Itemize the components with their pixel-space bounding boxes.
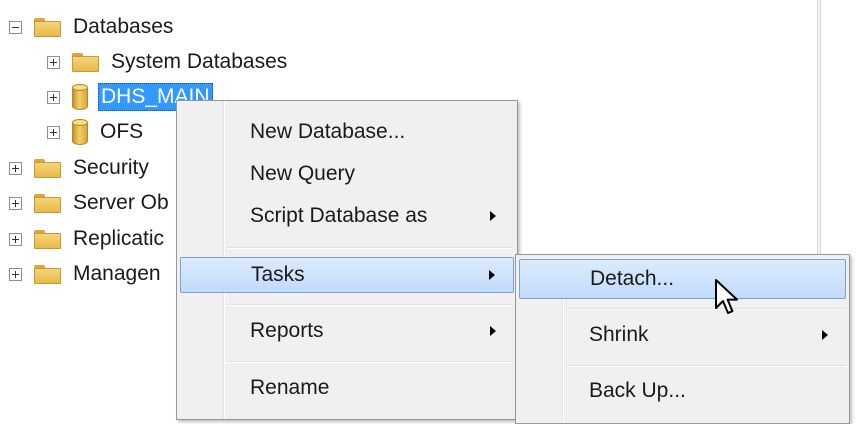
expand-icon[interactable] xyxy=(47,90,60,104)
folder-icon xyxy=(34,193,61,213)
folder-icon xyxy=(34,264,61,284)
folder-icon xyxy=(72,52,99,72)
submenu-arrow-icon xyxy=(822,330,828,340)
mouse-pointer-icon xyxy=(715,279,738,314)
folder-icon xyxy=(34,158,61,178)
tree-node-system-databases[interactable]: System Databases xyxy=(47,45,287,79)
folder-icon xyxy=(34,229,61,249)
tasks-submenu: Detach... Shrink Back Up... xyxy=(515,254,850,424)
tree-node-replication[interactable]: Replicatic xyxy=(9,222,164,256)
submenu-item-shrink[interactable]: Shrink xyxy=(519,318,846,352)
menu-separator xyxy=(227,304,514,306)
tree-node-label: Databases xyxy=(73,15,174,38)
expand-icon[interactable] xyxy=(47,125,60,139)
submenu-arrow-icon xyxy=(490,211,496,221)
tree-node-databases[interactable]: Databases xyxy=(9,10,173,44)
collapse-icon[interactable] xyxy=(9,20,22,34)
tree-node-label: Security xyxy=(73,156,149,179)
folder-icon xyxy=(34,17,61,37)
menu-separator xyxy=(227,247,514,249)
expand-icon[interactable] xyxy=(9,232,22,246)
tree-node-label: Replicatic xyxy=(73,227,165,250)
menu-item-reports[interactable]: Reports xyxy=(180,314,514,348)
menu-item-new-query[interactable]: New Query xyxy=(180,157,514,191)
database-icon xyxy=(72,84,88,110)
expand-icon[interactable] xyxy=(47,55,60,69)
expand-icon[interactable] xyxy=(9,267,22,281)
submenu-item-detach[interactable]: Detach... xyxy=(519,259,846,299)
tree-node-label: OFS xyxy=(100,120,144,143)
tree-node-security[interactable]: Security xyxy=(9,151,149,185)
menu-separator xyxy=(566,365,846,367)
menu-item-tasks[interactable]: Tasks xyxy=(180,257,514,293)
tree-node-management[interactable]: Managen xyxy=(9,257,161,291)
context-menu: New Database... New Query Script Databas… xyxy=(176,100,518,420)
tree-node-label: Server Ob xyxy=(73,191,169,214)
submenu-arrow-icon xyxy=(490,326,496,336)
menu-separator xyxy=(566,308,846,310)
menu-item-new-database[interactable]: New Database... xyxy=(180,115,514,149)
submenu-item-back-up[interactable]: Back Up... xyxy=(519,374,846,408)
tree-node-label: Managen xyxy=(73,262,161,285)
expand-icon[interactable] xyxy=(9,196,22,210)
tree-node-label: System Databases xyxy=(111,50,288,73)
tree-node-ofs[interactable]: OFS xyxy=(47,115,143,149)
submenu-arrow-icon xyxy=(489,270,495,280)
menu-separator xyxy=(227,361,514,363)
database-icon xyxy=(72,119,88,145)
tree-node-server-objects[interactable]: Server Ob xyxy=(9,186,169,220)
menu-item-rename[interactable]: Rename xyxy=(180,371,514,405)
menu-item-script-database-as[interactable]: Script Database as xyxy=(180,199,514,233)
expand-icon[interactable] xyxy=(9,161,22,175)
